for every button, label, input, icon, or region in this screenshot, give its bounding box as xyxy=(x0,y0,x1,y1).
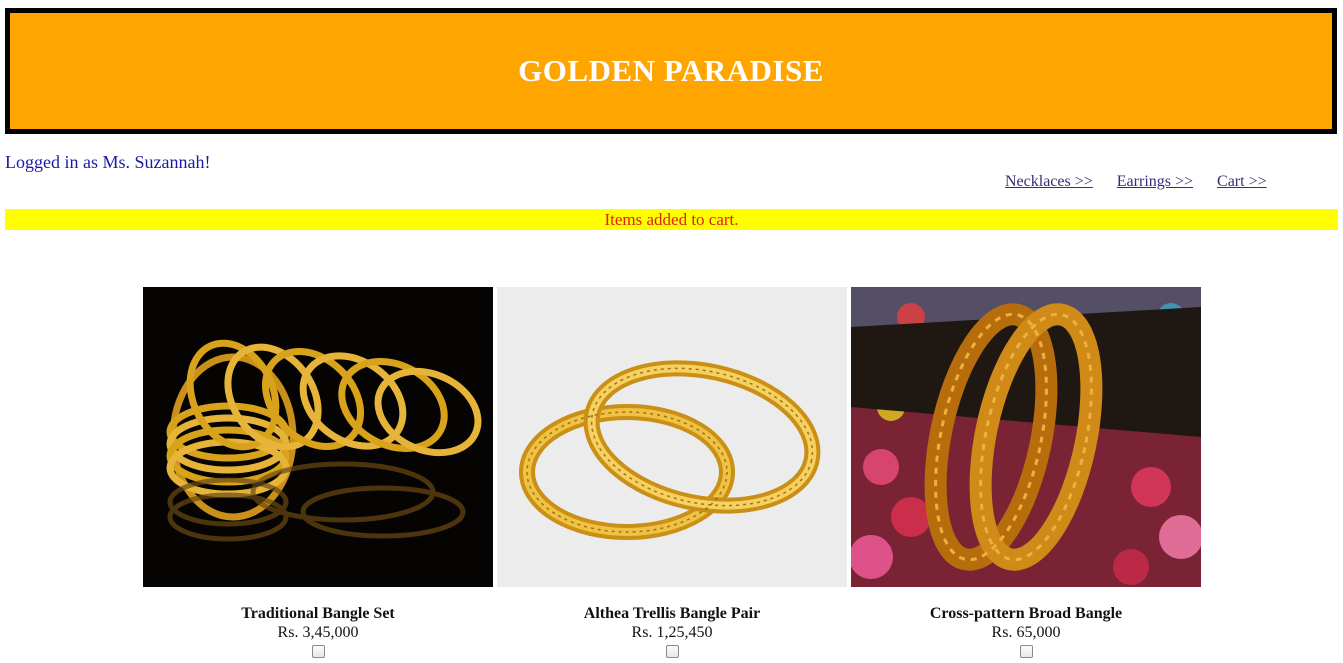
product-grid: Traditional Bangle Set Rs. 3,45,000 Alth… xyxy=(143,287,1201,663)
nav-link-earrings[interactable]: Earrings >> xyxy=(1117,173,1193,190)
nav-link-necklaces[interactable]: Necklaces >> xyxy=(1005,173,1093,190)
add-to-cart-checkbox[interactable] xyxy=(1019,645,1033,658)
product-card: Cross-pattern Broad Bangle Rs. 65,000 xyxy=(851,287,1201,663)
product-name: Traditional Bangle Set xyxy=(241,605,395,622)
add-to-cart-checkbox[interactable] xyxy=(665,645,679,658)
cart-notice: Items added to cart. xyxy=(5,209,1338,230)
product-image-trellis-bangle-pair xyxy=(497,287,847,587)
product-card: Traditional Bangle Set Rs. 3,45,000 xyxy=(143,287,493,663)
site-title: GOLDEN PARADISE xyxy=(518,53,824,88)
site-header-banner: GOLDEN PARADISE xyxy=(5,8,1337,134)
add-to-cart-checkbox[interactable] xyxy=(311,645,325,658)
category-nav: Necklaces >> Earrings >> Cart >> xyxy=(1005,173,1267,191)
product-image-broad-bangle xyxy=(851,287,1201,587)
product-name: Cross-pattern Broad Bangle xyxy=(929,605,1123,622)
product-image-bangle-set xyxy=(143,287,493,587)
product-price: Rs. 65,000 xyxy=(991,624,1061,641)
nav-link-cart[interactable]: Cart >> xyxy=(1217,173,1267,190)
product-card: Althea Trellis Bangle Pair Rs. 1,25,450 xyxy=(497,287,847,663)
product-price: Rs. 3,45,000 xyxy=(277,624,359,641)
login-status: Logged in as Ms. Suzannah! xyxy=(5,152,211,172)
product-name: Althea Trellis Bangle Pair xyxy=(583,605,761,622)
product-price: Rs. 1,25,450 xyxy=(631,624,713,641)
